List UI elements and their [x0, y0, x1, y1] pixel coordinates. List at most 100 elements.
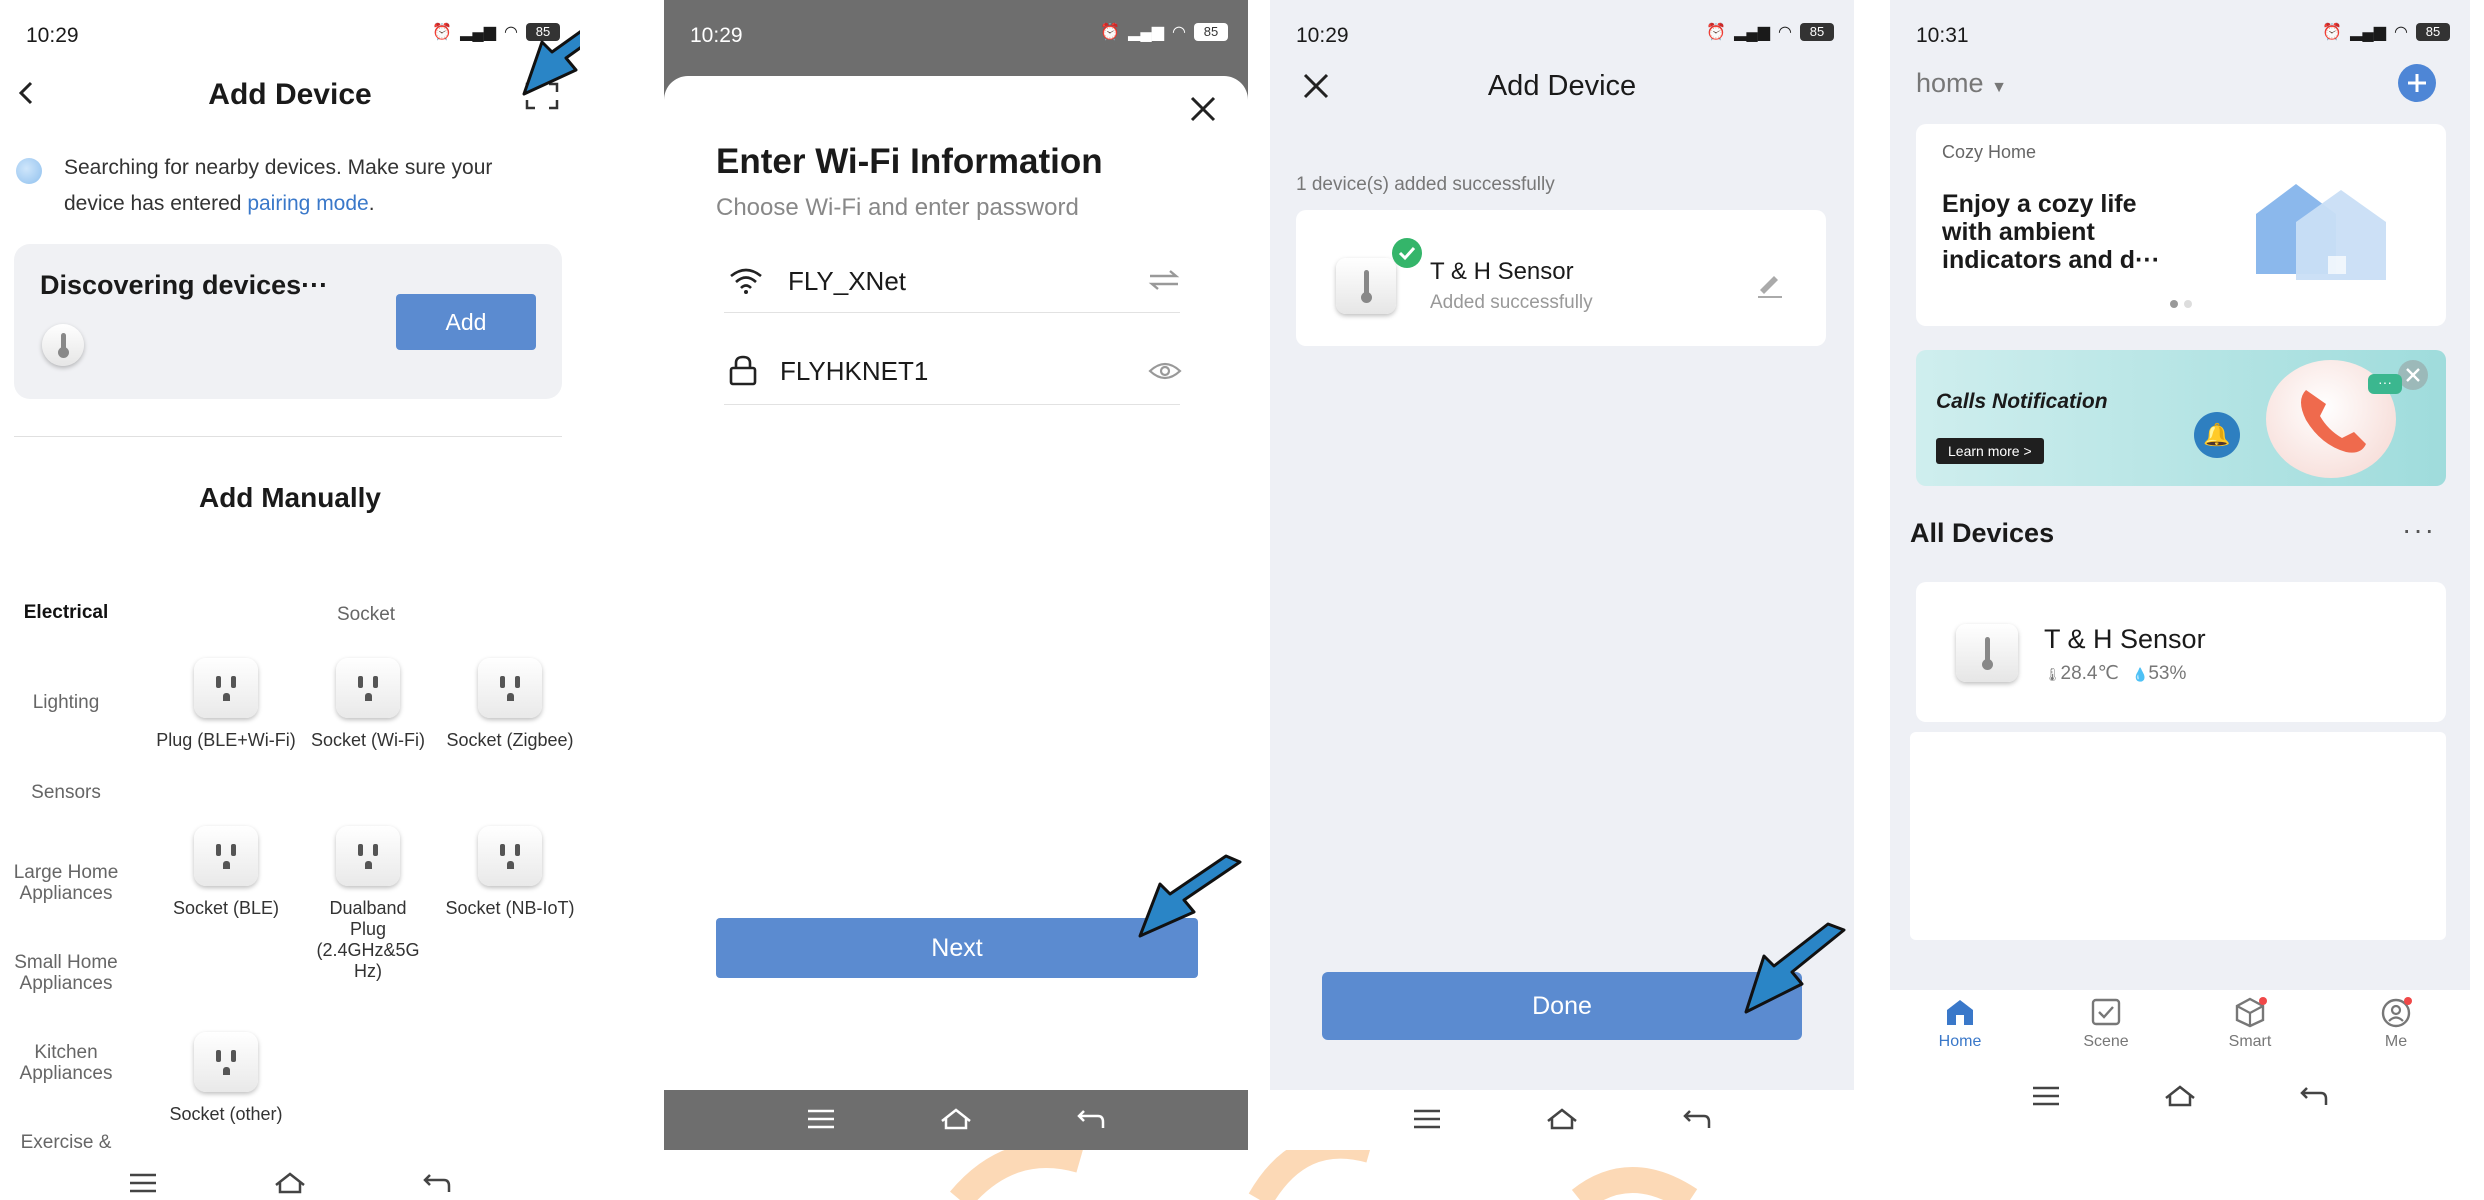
close-icon [1190, 96, 1216, 122]
signal-icon: ▂▄▆ [1734, 24, 1771, 41]
caret-down-icon: ▼ [1991, 79, 2007, 96]
next-button[interactable]: Next [716, 918, 1198, 978]
banner-close-button[interactable] [2398, 360, 2428, 390]
close-button[interactable] [1186, 92, 1220, 126]
back-nav-icon[interactable] [1076, 1107, 1106, 1131]
signal-icon: ▂▄▆ [1128, 24, 1165, 41]
page-title: Add Device [208, 78, 372, 111]
socket-item-ble[interactable]: Socket (BLE) [156, 826, 296, 919]
tab-scene[interactable]: Scene [2066, 996, 2146, 1051]
category-lighting[interactable]: Lighting [0, 692, 136, 713]
cozy-home-banner[interactable]: Cozy Home Enjoy a cozy life with ambient… [1916, 124, 2446, 326]
discovering-card: Discovering devices··· Add [14, 244, 562, 399]
edit-icon[interactable] [1754, 268, 1786, 300]
device-card-th-sensor[interactable]: T & H Sensor 🌡28.4℃ 💧53% [1916, 582, 2446, 722]
tab-smart[interactable]: Smart [2210, 996, 2290, 1051]
battery-icon: 85 [2416, 23, 2450, 41]
wifi-password-field[interactable]: FLYHKNET1 [724, 338, 1182, 405]
socket-item-dualband[interactable]: Dualband Plug (2.4GHz&5G Hz) [298, 826, 438, 982]
signal-icon: ▂▄▆ [460, 24, 497, 41]
category-exercise[interactable]: Exercise & [0, 1132, 136, 1153]
device-temp: 28.4℃ [2060, 663, 2119, 684]
status-time: 10:29 [690, 24, 743, 47]
add-manually-title: Add Manually [198, 482, 381, 513]
alarm-icon: ⏰ [432, 24, 453, 41]
temperature-icon: 🌡 [2044, 667, 2061, 682]
panel-wifi-info: 10:29 ⏰ ▂▄▆ ◠ 85 Enter Wi-Fi Information… [664, 0, 1248, 1150]
home-selector[interactable]: home ▼ [1916, 68, 2007, 99]
back-nav-icon[interactable] [422, 1171, 452, 1195]
battery-icon: 85 [1800, 23, 1834, 41]
category-large-home-appliances[interactable]: Large Home Appliances [0, 862, 136, 904]
pairing-mode-link[interactable]: pairing mode [247, 192, 368, 215]
category-kitchen-appliances[interactable]: Kitchen Appliances [0, 1042, 136, 1084]
switch-network-icon[interactable] [1148, 268, 1180, 292]
system-nav-bar [1270, 1094, 1854, 1144]
socket-item-label: Socket (other) [169, 1104, 283, 1124]
socket-item-wifi[interactable]: Socket (Wi-Fi) [298, 658, 438, 751]
carousel-dots [2170, 300, 2192, 308]
device-readings: 🌡28.4℃ 💧53% [2044, 662, 2186, 685]
panel-device-added: 10:29 ⏰ ▂▄▆ ◠ 85 Add Device 1 device(s) … [1270, 0, 1854, 1150]
status-bar: 10:31 ⏰ ▂▄▆ ◠ 85 [1890, 14, 2470, 54]
status-bar: 10:29 ⏰ ▂▄▆ ◠ 85 [664, 14, 1248, 54]
home-nav-icon[interactable] [273, 1171, 307, 1195]
category-electrical[interactable]: Electrical [0, 602, 136, 623]
tab-me[interactable]: Me [2356, 996, 2436, 1051]
socket-icon [194, 1032, 258, 1092]
alarm-icon: ⏰ [1100, 24, 1121, 41]
menu-icon[interactable] [2031, 1085, 2061, 1107]
socket-item-label: Socket (Wi-Fi) [311, 730, 425, 750]
sheet-title: Enter Wi-Fi Information [716, 142, 1103, 181]
calls-notification-banner[interactable]: Calls Notification Learn more > 🔔 ··· [1916, 350, 2446, 486]
wifi-ssid-field[interactable]: FLY_XNet [724, 246, 1180, 313]
home-tab-icon [1947, 1000, 1973, 1025]
menu-icon[interactable] [1412, 1108, 1442, 1130]
banner-tag: Cozy Home [1942, 142, 2037, 162]
socket-item-other[interactable]: Socket (other) [156, 1032, 296, 1125]
status-bar: 10:29 ⏰ ▂▄▆ ◠ 85 [0, 14, 580, 54]
socket-item-zigbee[interactable]: Socket (Zigbee) [440, 658, 580, 751]
empty-card [1910, 732, 2446, 940]
battery-icon: 85 [1194, 23, 1228, 41]
sheet-subtitle: Choose Wi-Fi and enter password [716, 194, 1079, 221]
section-label-socket: Socket [336, 604, 396, 625]
pointer-arrow-icon [1744, 922, 1846, 1014]
category-sensors[interactable]: Sensors [0, 782, 136, 803]
learn-more-button[interactable]: Learn more > [1936, 438, 2044, 464]
status-time: 10:31 [1916, 24, 1969, 47]
device-name: T & H Sensor [1430, 258, 1574, 285]
scene-tab-icon [2091, 998, 2121, 1026]
added-device-card[interactable]: T & H Sensor Added successfully [1296, 210, 1826, 346]
wifi-ssid-value: FLY_XNet [788, 266, 907, 296]
status-time: 10:29 [1296, 24, 1349, 47]
home-nav-icon[interactable] [2163, 1084, 2197, 1108]
eye-icon[interactable] [1148, 360, 1182, 382]
all-devices-title: All Devices [1910, 518, 2055, 548]
home-nav-icon[interactable] [939, 1107, 973, 1131]
wifi-icon [730, 268, 762, 294]
socket-icon [478, 658, 542, 718]
add-device-button[interactable] [2398, 64, 2436, 102]
socket-item-nb-iot[interactable]: Socket (NB-IoT) [440, 826, 580, 919]
back-nav-icon[interactable] [1682, 1107, 1712, 1131]
status-icons: ⏰ ▂▄▆ ◠ 85 [1706, 22, 1834, 42]
add-button[interactable]: Add [396, 294, 536, 350]
device-icon [1336, 258, 1396, 314]
wifi-icon: ◠ [1778, 24, 1792, 41]
home-nav-icon[interactable] [1545, 1107, 1579, 1131]
tab-home[interactable]: Home [1920, 996, 2000, 1051]
more-options-icon[interactable]: ··· [2402, 514, 2436, 546]
tab-label: Home [1938, 1033, 1982, 1050]
menu-icon[interactable] [128, 1172, 158, 1194]
category-small-home-appliances[interactable]: Small Home Appliances [0, 952, 136, 994]
wifi-password-value: FLYHKNET1 [780, 356, 929, 386]
back-nav-icon[interactable] [2299, 1084, 2329, 1108]
discovering-label: Discovering devices··· [40, 270, 329, 300]
done-button[interactable]: Done [1322, 972, 1802, 1040]
system-nav-bar [1890, 1076, 2470, 1116]
socket-item-plug-ble-wifi[interactable]: Plug (BLE+Wi-Fi) [156, 658, 296, 751]
menu-icon[interactable] [806, 1108, 836, 1130]
status-time: 10:29 [26, 24, 79, 47]
tab-label: Smart [2228, 1033, 2272, 1050]
